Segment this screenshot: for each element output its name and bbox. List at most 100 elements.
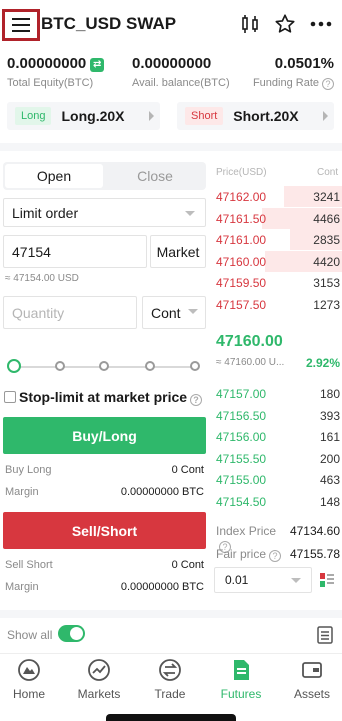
header: BTC_USD SWAP xyxy=(0,0,342,48)
bid-price: 47157.00 xyxy=(216,387,267,401)
buy-long-button[interactable]: Buy/Long xyxy=(3,417,206,454)
fair-price-label: Fair price xyxy=(216,547,267,561)
futures-icon xyxy=(229,658,253,682)
ask-qty: 4420 xyxy=(313,254,340,269)
order-type-select[interactable]: Limit order xyxy=(3,198,206,227)
ask-price: 47160.00 xyxy=(216,254,267,269)
ask-price: 47159.50 xyxy=(216,276,267,291)
show-all-toggle[interactable] xyxy=(58,625,85,642)
market-label: Market xyxy=(156,243,200,260)
more-options-icon[interactable] xyxy=(309,12,333,36)
trade-icon xyxy=(158,658,182,682)
ask-row[interactable]: 47161.00 2835 xyxy=(213,229,342,251)
help-icon[interactable]: ? xyxy=(322,78,334,90)
section-divider xyxy=(0,610,342,618)
ask-row[interactable]: 47162.00 3241 xyxy=(213,186,342,207)
bid-price: 47156.00 xyxy=(216,430,267,445)
bid-qty: 463 xyxy=(319,473,340,488)
price-input-value: 47154 xyxy=(12,243,51,260)
assets-icon xyxy=(300,658,324,682)
nav-futures-label: Futures xyxy=(220,687,262,701)
unit-select[interactable]: Cont xyxy=(142,296,206,329)
open-close-tabs: Open Close xyxy=(3,162,206,190)
slider-stop-25[interactable] xyxy=(55,361,65,371)
ask-qty: 2835 xyxy=(313,233,340,248)
bid-qty: 161 xyxy=(319,430,340,445)
ask-qty: 1273 xyxy=(313,298,340,312)
bid-qty: 180 xyxy=(319,387,340,401)
ask-price: 47157.50 xyxy=(216,298,267,312)
bid-row[interactable]: 47155.50 200 xyxy=(213,448,342,469)
slider-stop-75[interactable] xyxy=(145,361,155,371)
nav-assets[interactable]: Assets xyxy=(282,658,342,701)
avail-balance-label: Avail. balance(BTC) xyxy=(132,77,230,89)
bid-row[interactable]: 47154.50 148 xyxy=(213,491,342,512)
order-list-icon[interactable] xyxy=(317,626,333,649)
hamburger-menu-icon[interactable] xyxy=(2,9,40,41)
nav-markets[interactable]: Markets xyxy=(69,658,129,701)
long-leverage-selector[interactable]: Long Long.20X xyxy=(7,102,160,130)
ask-qty: 4466 xyxy=(313,211,340,226)
ask-qty: 3153 xyxy=(313,276,340,291)
price-change: 2.92% xyxy=(305,356,340,370)
orderbook-layout-icon[interactable] xyxy=(320,573,334,587)
chevron-right-icon xyxy=(323,111,328,121)
ask-row[interactable]: 47160.00 4420 xyxy=(213,250,342,272)
short-leverage-selector[interactable]: Short Short.20X xyxy=(177,102,334,130)
bid-price: 47154.50 xyxy=(216,495,267,509)
bid-row[interactable]: 47157.00 180 xyxy=(213,383,342,404)
transfer-icon[interactable]: ⇄ xyxy=(90,57,105,72)
ask-row[interactable]: 47161.50 4466 xyxy=(213,207,342,229)
sell-margin-value: 0.00000000 BTC xyxy=(120,581,204,593)
help-icon[interactable]: ? xyxy=(269,550,282,562)
depth-precision-select[interactable]: 0.01 xyxy=(214,567,312,593)
help-icon[interactable]: ? xyxy=(190,394,203,406)
nav-home[interactable]: Home xyxy=(0,658,59,701)
quantity-input[interactable]: Quantity xyxy=(3,296,137,329)
funding-rate-label: Funding Rate xyxy=(252,77,319,89)
slider-stop-100[interactable] xyxy=(190,361,200,371)
ask-qty: 3241 xyxy=(313,190,340,204)
tab-open[interactable]: Open xyxy=(5,164,103,188)
section-divider xyxy=(0,143,342,151)
total-equity-label: Total Equity(BTC) xyxy=(7,77,94,89)
slider-knob[interactable] xyxy=(7,359,21,373)
last-price: 47160.00 xyxy=(216,333,283,350)
tab-close[interactable]: Close xyxy=(106,164,204,188)
orderbook-price-header: Price(USD) xyxy=(216,167,267,178)
sell-short-button[interactable]: Sell/Short xyxy=(3,512,206,549)
total-equity: 0.00000000 ⇄ Total Equity(BTC) xyxy=(7,55,105,89)
favorite-star-icon[interactable] xyxy=(273,12,297,36)
fair-price-row: Fair price? 47155.78 xyxy=(216,547,340,562)
fair-price-value: 47155.78 xyxy=(289,547,340,561)
ask-row[interactable]: 47157.50 1273 xyxy=(213,294,342,315)
bid-price: 47155.00 xyxy=(216,473,267,488)
bid-row[interactable]: 47155.00 463 xyxy=(213,469,342,490)
price-input[interactable]: 47154 xyxy=(3,235,147,268)
nav-trade-label: Trade xyxy=(154,687,186,701)
nav-futures[interactable]: Futures xyxy=(211,658,271,701)
bid-row[interactable]: 47156.00 161 xyxy=(213,426,342,447)
unit-value: Cont xyxy=(151,304,181,321)
long-leverage-value: Long.20X xyxy=(61,108,125,124)
nav-markets-label: Markets xyxy=(77,687,121,701)
nav-trade[interactable]: Trade xyxy=(140,658,200,701)
ask-price: 47161.00 xyxy=(216,233,267,248)
markets-icon xyxy=(87,658,111,682)
chart-candles-icon[interactable] xyxy=(238,12,262,36)
bid-row[interactable]: 47156.50 393 xyxy=(213,405,342,426)
buy-margin-row: Margin 0.00000000 BTC xyxy=(5,486,204,498)
chevron-right-icon xyxy=(149,111,154,121)
home-icon xyxy=(17,658,41,682)
short-leverage-value: Short.20X xyxy=(233,108,299,124)
market-price-button[interactable]: Market xyxy=(150,235,206,268)
quantity-placeholder: Quantity xyxy=(12,304,65,321)
bid-price: 47155.50 xyxy=(216,451,267,466)
buy-long-label: Buy Long xyxy=(5,464,52,476)
funding-rate: 0.0501% Funding Rate? xyxy=(249,55,334,90)
ask-row[interactable]: 47159.50 3153 xyxy=(213,272,342,293)
order-type-value: Limit order xyxy=(12,204,79,221)
buy-long-value: 0 Cont xyxy=(171,464,204,476)
slider-stop-50[interactable] xyxy=(99,361,109,371)
stop-limit-checkbox[interactable] xyxy=(4,391,16,403)
